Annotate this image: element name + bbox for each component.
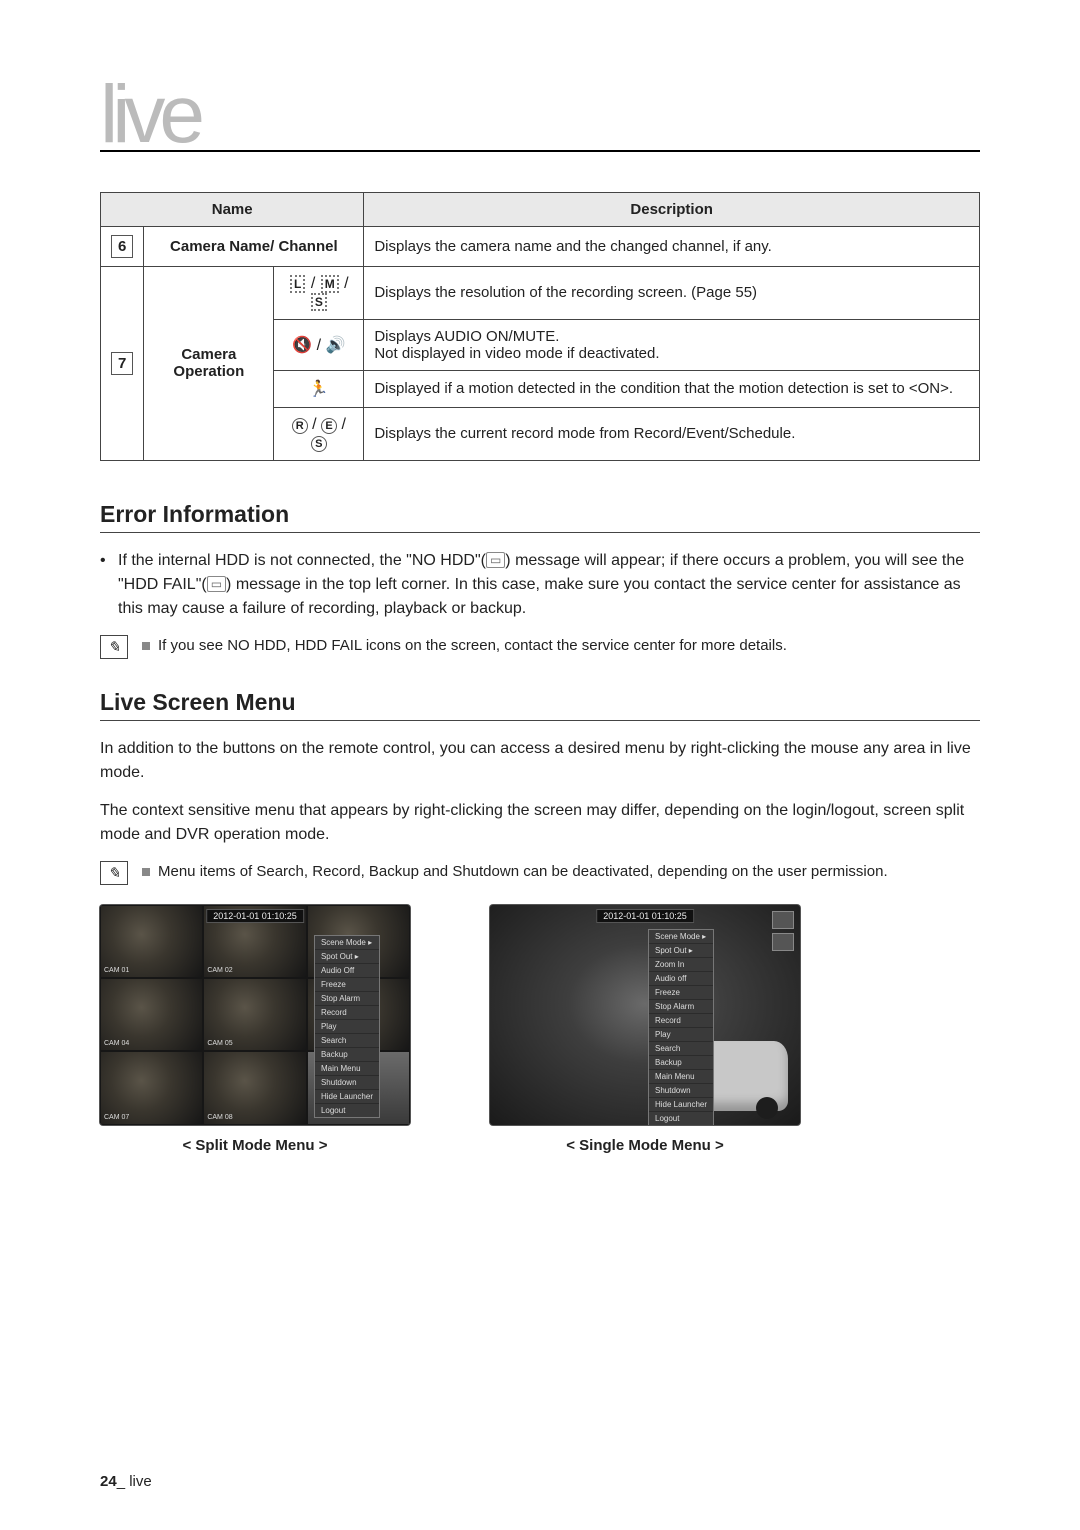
menu-item[interactable]: Audio Off xyxy=(315,964,379,978)
live-menu-heading: Live Screen Menu xyxy=(100,689,980,721)
split-mode-screenshot: CAM 01 CAM 02 CAM 04 CAM 05 CAM 07 CAM 0… xyxy=(100,905,410,1125)
menu-item[interactable]: Record xyxy=(315,1006,379,1020)
row7-desc1: Displays AUDIO ON/MUTE. Not displayed in… xyxy=(364,319,980,370)
row6-num: 6 xyxy=(101,226,144,266)
split-caption: < Split Mode Menu > xyxy=(182,1137,327,1154)
motion-icon: 🏃 xyxy=(274,370,364,407)
live-menu-p2: The context sensitive menu that appears … xyxy=(100,799,980,847)
single-caption: < Single Mode Menu > xyxy=(566,1137,724,1154)
live-menu-note: ✎ Menu items of Search, Record, Backup a… xyxy=(100,861,980,885)
menu-item[interactable]: Audio off xyxy=(649,972,713,986)
audio-icon: 🔇 / 🔊 xyxy=(274,319,364,370)
row7-desc0: Displays the resolution of the recording… xyxy=(364,266,980,319)
th-description: Description xyxy=(364,192,980,226)
menu-item[interactable]: Hide Launcher xyxy=(315,1090,379,1104)
top-icons xyxy=(772,911,794,951)
row7-desc2: Displayed if a motion detected in the co… xyxy=(364,370,980,407)
error-bullet: If the internal HDD is not connected, th… xyxy=(100,549,980,621)
error-note: ✎ If you see NO HDD, HDD FAIL icons on t… xyxy=(100,635,980,659)
single-mode-screenshot: 2012-01-01 01:10:25 Scene Mode ▸ Spot Ou… xyxy=(490,905,800,1125)
live-menu-note-text: Menu items of Search, Record, Backup and… xyxy=(142,861,888,884)
menu-item[interactable]: Logout xyxy=(649,1112,713,1125)
row6-name: Camera Name/ Channel xyxy=(144,226,364,266)
note-icon: ✎ xyxy=(100,861,128,885)
menu-item[interactable]: Play xyxy=(315,1020,379,1034)
th-name: Name xyxy=(101,192,364,226)
no-hdd-icon: ▭ xyxy=(486,552,505,568)
menu-item[interactable]: Record xyxy=(649,1014,713,1028)
record-mode-icon: R / E / S xyxy=(274,407,364,460)
timestamp-bar: 2012-01-01 01:10:25 xyxy=(206,909,304,923)
note-icon: ✎ xyxy=(100,635,128,659)
menu-item[interactable]: Freeze xyxy=(315,978,379,992)
error-heading: Error Information xyxy=(100,501,980,533)
hdd-fail-icon: ▭ xyxy=(207,576,226,592)
menu-item[interactable]: Shutdown xyxy=(315,1076,379,1090)
menu-item[interactable]: Main Menu xyxy=(649,1070,713,1084)
single-mode-column: 2012-01-01 01:10:25 Scene Mode ▸ Spot Ou… xyxy=(490,905,800,1154)
menu-item[interactable]: Hide Launcher xyxy=(649,1098,713,1112)
menu-item[interactable]: Shutdown xyxy=(649,1084,713,1098)
menu-item[interactable]: Zoom In xyxy=(649,958,713,972)
menu-item[interactable]: Backup xyxy=(315,1048,379,1062)
spec-table: Name Description 6 Camera Name/ Channel … xyxy=(100,192,980,461)
context-menu-single[interactable]: Scene Mode ▸ Spot Out ▸ Zoom In Audio of… xyxy=(648,929,714,1125)
error-note-text: If you see NO HDD, HDD FAIL icons on the… xyxy=(142,635,787,658)
menu-item[interactable]: Scene Mode ▸ xyxy=(649,930,713,944)
menu-item[interactable]: Search xyxy=(315,1034,379,1048)
context-menu-split[interactable]: Scene Mode ▸ Spot Out ▸ Audio Off Freeze… xyxy=(314,935,380,1118)
menu-item[interactable]: Spot Out ▸ xyxy=(649,944,713,958)
live-menu-p1: In addition to the buttons on the remote… xyxy=(100,737,980,785)
resolution-icon: L / M / S xyxy=(274,266,364,319)
row7-desc3: Displays the current record mode from Re… xyxy=(364,407,980,460)
menu-item[interactable]: Logout xyxy=(315,1104,379,1117)
menu-item[interactable]: Play xyxy=(649,1028,713,1042)
menu-item[interactable]: Backup xyxy=(649,1056,713,1070)
row7-num: 7 xyxy=(101,266,144,460)
menu-item[interactable]: Search xyxy=(649,1042,713,1056)
row7-name: Camera Operation xyxy=(144,266,274,460)
menu-item[interactable]: Spot Out ▸ xyxy=(315,950,379,964)
menu-item[interactable]: Stop Alarm xyxy=(649,1000,713,1014)
menu-item[interactable]: Freeze xyxy=(649,986,713,1000)
menu-item[interactable]: Stop Alarm xyxy=(315,992,379,1006)
menu-item[interactable]: Scene Mode ▸ xyxy=(315,936,379,950)
menu-item[interactable]: Main Menu xyxy=(315,1062,379,1076)
page-title: live xyxy=(100,80,980,152)
split-mode-column: CAM 01 CAM 02 CAM 04 CAM 05 CAM 07 CAM 0… xyxy=(100,905,410,1154)
page-footer: 24_ live xyxy=(100,1473,152,1490)
row6-desc: Displays the camera name and the changed… xyxy=(364,226,980,266)
timestamp-bar: 2012-01-01 01:10:25 xyxy=(596,909,694,923)
